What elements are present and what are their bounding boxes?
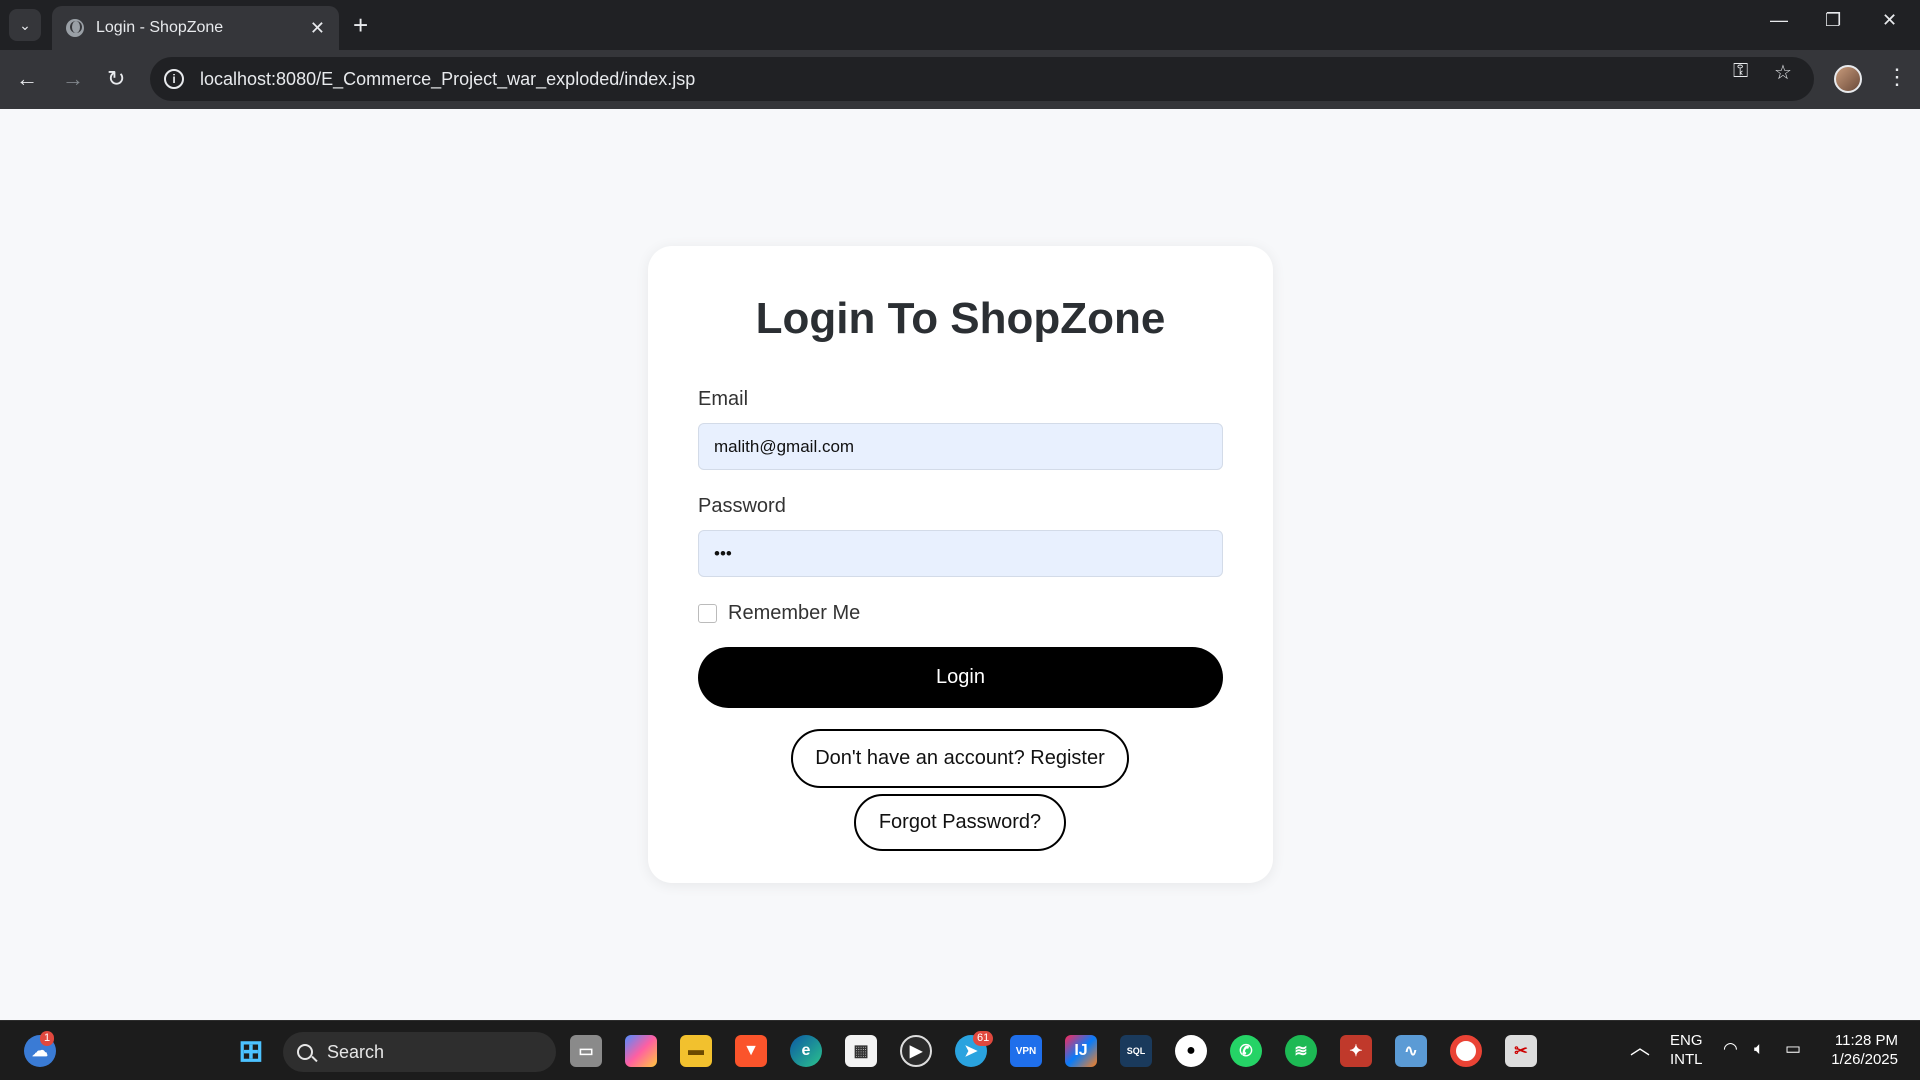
clock[interactable]: 11:28 PM 1/26/2025 [1822, 1031, 1898, 1069]
whatsapp-icon[interactable]: ✆ [1230, 1035, 1262, 1067]
remember-me-label: Remember Me [728, 602, 861, 624]
password-key-icon[interactable]: ⚿ [1733, 60, 1748, 83]
media-player-icon[interactable]: ▶ [900, 1035, 932, 1067]
close-tab-icon[interactable]: ✕ [310, 18, 325, 39]
browser-menu-icon[interactable]: ⋮ [1886, 64, 1908, 90]
spotify-icon[interactable]: ≋ [1285, 1035, 1317, 1067]
email-label: Email [698, 388, 749, 410]
browser-tab-strip: ⌄ Login - ShopZone ✕ + — ❐ ✕ [0, 0, 1920, 50]
login-card: Login To ShopZone Email Password Remembe… [648, 246, 1273, 883]
show-hidden-icons-icon[interactable]: ︿ [1630, 1038, 1650, 1058]
globe-icon [66, 19, 84, 37]
weather-badge: 1 [40, 1031, 55, 1046]
app-icon[interactable]: ✦ [1340, 1035, 1372, 1067]
back-icon[interactable]: ← [16, 66, 38, 92]
intellij-icon[interactable]: IJ [1065, 1035, 1097, 1067]
restore-icon[interactable]: ❐ [1825, 10, 1841, 31]
address-bar[interactable]: i localhost:8080/E_Commerce_Project_war_… [150, 57, 1814, 101]
mysql-workbench-icon[interactable]: SQL [1120, 1035, 1152, 1067]
close-window-icon[interactable]: ✕ [1882, 10, 1897, 31]
tab-search-button[interactable]: ⌄ [9, 9, 41, 41]
search-icon [297, 1044, 313, 1060]
keyboard-layout-text: INTL [1670, 1051, 1703, 1068]
chrome-icon[interactable] [1450, 1035, 1482, 1067]
vpn-icon[interactable]: VPN [1010, 1035, 1042, 1067]
taskbar: ☁ 1 ⊞ Search ▭ ▬ ▼ e ▦ ▶ ➤ 61 VPN IJ SQL… [0, 1020, 1920, 1080]
email-field[interactable] [698, 423, 1223, 470]
edge-icon[interactable]: e [790, 1035, 822, 1067]
profile-avatar[interactable] [1834, 65, 1862, 93]
password-label: Password [698, 495, 786, 517]
remember-me-checkbox[interactable] [698, 604, 717, 623]
github-icon[interactable]: ● [1175, 1035, 1207, 1067]
login-button[interactable]: Login [698, 647, 1223, 708]
taskbar-search[interactable]: Search [283, 1032, 556, 1072]
bookmark-star-icon[interactable]: ☆ [1774, 60, 1792, 85]
remember-me-row[interactable]: Remember Me [698, 602, 860, 625]
microsoft-store-icon[interactable]: ▦ [845, 1035, 877, 1067]
forgot-password-button[interactable]: Forgot Password? [854, 794, 1066, 851]
forward-icon[interactable]: → [62, 66, 84, 92]
copilot-icon[interactable] [625, 1035, 657, 1067]
new-tab-button[interactable]: + [353, 10, 368, 40]
date-text: 1/26/2025 [1831, 1051, 1898, 1068]
snipping-tool-icon[interactable]: ✂ [1505, 1035, 1537, 1067]
input-language[interactable]: ENG INTL [1670, 1031, 1703, 1069]
time-text: 11:28 PM [1834, 1032, 1898, 1049]
taskbar-search-label: Search [327, 1041, 385, 1062]
minimize-icon[interactable]: — [1770, 10, 1788, 31]
tab-title: Login - ShopZone [96, 19, 224, 36]
telegram-badge: 61 [973, 1031, 994, 1046]
brave-browser-icon[interactable]: ▼ [735, 1035, 767, 1067]
task-view-icon[interactable]: ▭ [570, 1035, 602, 1067]
reload-icon[interactable]: ↻ [107, 66, 125, 92]
site-info-icon[interactable]: i [164, 69, 184, 89]
task-manager-icon[interactable]: ∿ [1395, 1035, 1427, 1067]
url-text: localhost:8080/E_Commerce_Project_war_ex… [200, 68, 696, 89]
password-field[interactable] [698, 530, 1223, 577]
language-text: ENG [1670, 1032, 1703, 1049]
battery-icon[interactable]: ▭ [1785, 1039, 1801, 1058]
register-button[interactable]: Don't have an account? Register [791, 729, 1129, 788]
wifi-icon[interactable]: ◠ [1723, 1039, 1738, 1058]
page-title: Login To ShopZone [755, 294, 1166, 343]
active-tab[interactable]: Login - ShopZone ✕ [52, 6, 339, 50]
file-explorer-icon[interactable]: ▬ [680, 1035, 712, 1067]
windows-start-icon[interactable]: ⊞ [235, 1035, 267, 1068]
browser-toolbar: ← → ↻ i localhost:8080/E_Commerce_Projec… [0, 50, 1920, 109]
volume-icon[interactable]: 🔈︎ [1754, 1039, 1764, 1058]
